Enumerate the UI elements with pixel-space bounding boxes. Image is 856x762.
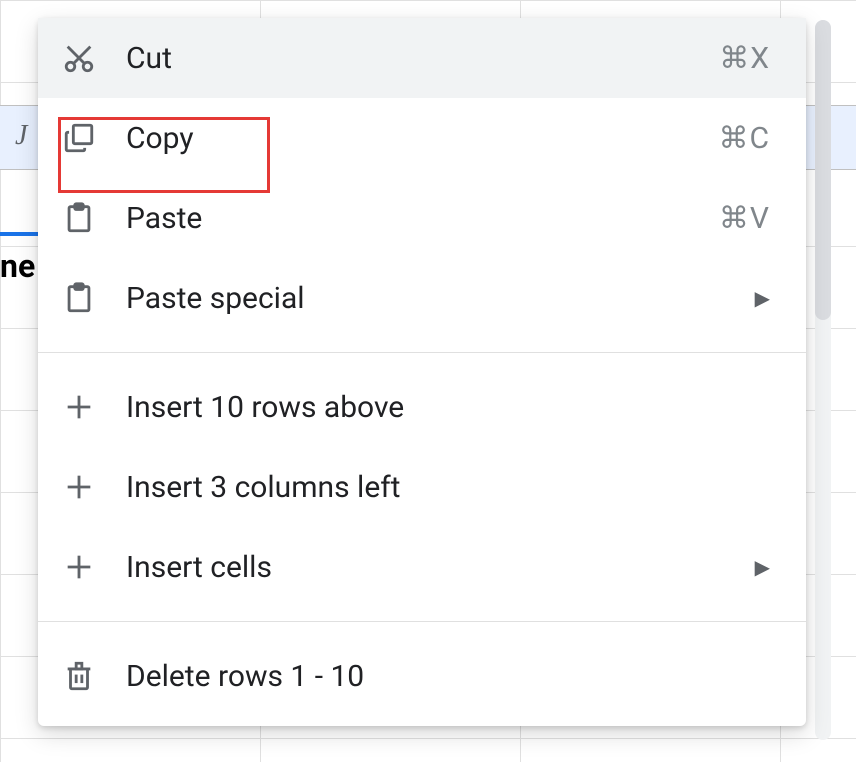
paste-icon (62, 201, 126, 235)
menu-item-insert-cells[interactable]: Insert cells ▶ (38, 527, 806, 607)
menu-item-paste-special[interactable]: Paste special ▶ (38, 258, 806, 338)
menu-item-insert-columns-left[interactable]: Insert 3 columns left (38, 447, 806, 527)
submenu-arrow-icon: ▶ (755, 555, 770, 579)
plus-icon (62, 470, 126, 504)
menu-item-paste[interactable]: Paste ⌘V (38, 178, 806, 258)
copy-icon (62, 121, 126, 155)
menu-item-insert-rows-above[interactable]: Insert 10 rows above (38, 367, 806, 447)
plus-icon (62, 390, 126, 424)
cell-text-fragment: ne (0, 247, 35, 285)
menu-item-copy[interactable]: Copy ⌘C (38, 98, 806, 178)
selected-row-indicator (0, 232, 38, 236)
menu-label: Paste (126, 201, 719, 236)
menu-label: Insert 10 rows above (126, 390, 770, 425)
paste-special-icon (62, 281, 126, 315)
menu-shortcut: ⌘X (719, 41, 770, 76)
menu-scrollbar[interactable] (815, 20, 831, 740)
menu-label: Insert 3 columns left (126, 470, 770, 505)
menu-label: Cut (126, 41, 719, 76)
menu-label: Delete rows 1 - 10 (126, 659, 770, 694)
menu-label: Paste special (126, 281, 755, 316)
menu-scrollbar-thumb[interactable] (815, 20, 831, 320)
menu-shortcut: ⌘C (718, 121, 770, 156)
submenu-arrow-icon: ▶ (755, 286, 770, 310)
plus-icon (62, 550, 126, 584)
menu-shortcut: ⌘V (719, 201, 770, 236)
menu-item-cut[interactable]: Cut ⌘X (38, 18, 806, 98)
menu-label: Copy (126, 121, 718, 156)
context-menu: Cut ⌘X Copy ⌘C Paste ⌘V Paste (38, 18, 806, 726)
cut-icon (62, 41, 126, 75)
menu-separator (38, 621, 806, 622)
menu-item-delete-rows[interactable]: Delete rows 1 - 10 (38, 636, 806, 716)
column-header-letter: J (15, 120, 27, 152)
trash-icon (62, 659, 126, 693)
menu-separator (38, 352, 806, 353)
menu-label: Insert cells (126, 550, 755, 585)
